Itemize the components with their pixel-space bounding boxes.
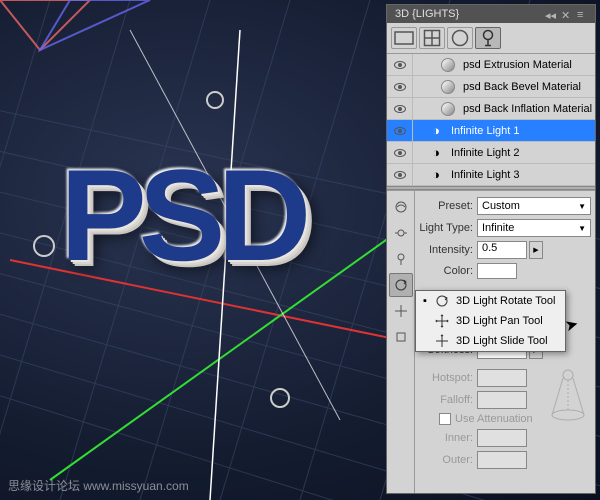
flyout-label: 3D Light Pan Tool <box>456 315 543 327</box>
layer-row-material[interactable]: psd Extrusion Material <box>387 54 595 76</box>
layer-label: psd Back Inflation Material <box>459 103 595 115</box>
filter-mesh-button[interactable] <box>419 27 445 49</box>
eye-icon[interactable] <box>394 127 406 135</box>
falloff-input <box>477 391 527 409</box>
intensity-slider-button[interactable]: ▶ <box>529 241 543 259</box>
eye-icon[interactable] <box>394 171 406 179</box>
light-tool-strip <box>387 191 415 493</box>
flyout-pan-tool[interactable]: 3D Light Pan Tool <box>416 311 565 331</box>
light-handle <box>207 92 223 108</box>
lighttype-dropdown[interactable]: Infinite▼ <box>477 219 591 237</box>
eye-icon[interactable] <box>394 105 406 113</box>
pan-icon <box>434 314 450 328</box>
hotspot-label: Hotspot: <box>419 372 477 384</box>
eye-icon[interactable] <box>394 149 406 157</box>
color-swatch[interactable] <box>477 263 517 279</box>
filter-light-button[interactable] <box>475 27 501 49</box>
flyout-rotate-tool[interactable]: ▪ 3D Light Rotate Tool <box>416 291 565 311</box>
preset-dropdown[interactable]: Custom▼ <box>477 197 591 215</box>
lighttype-label: Light Type: <box>419 222 477 234</box>
attenuation-label: Use Attenuation <box>455 413 537 425</box>
panel-header[interactable]: 3D {LIGHTS} ◂◂ ✕ ≡ <box>387 5 595 23</box>
chevron-down-icon: ▼ <box>578 202 586 211</box>
material-icon <box>441 58 455 72</box>
layer-label: Infinite Light 2 <box>447 147 595 159</box>
outer-input <box>477 451 527 469</box>
layer-label: Infinite Light 1 <box>447 125 595 137</box>
layer-row-light[interactable]: ◑ Infinite Light 3 <box>387 164 595 186</box>
spotlight-icon: ◑ <box>432 123 440 138</box>
material-icon <box>441 102 455 116</box>
3d-lights-panel: 3D {LIGHTS} ◂◂ ✕ ≡ psd Extrusion Materia… <box>386 4 596 494</box>
eye-icon[interactable] <box>394 83 406 91</box>
color-label: Color: <box>419 265 477 277</box>
falloff-label: Falloff: <box>419 394 477 406</box>
intensity-label: Intensity: <box>419 244 477 256</box>
flyout-label: 3D Light Slide Tool <box>456 335 548 347</box>
layer-label: psd Extrusion Material <box>459 59 595 71</box>
watermark-left: 思缘设计论坛 www.missyuan.com <box>8 477 189 494</box>
rotate-icon <box>434 294 450 308</box>
layer-row-material[interactable]: psd Back Inflation Material <box>387 98 595 120</box>
filter-row <box>387 23 595 54</box>
light-tool-5[interactable] <box>389 299 413 323</box>
attenuation-checkbox[interactable] <box>439 413 451 425</box>
light-handle <box>271 389 289 407</box>
layer-label: Infinite Light 3 <box>447 169 595 181</box>
light-rotate-tool-button[interactable] <box>389 273 413 297</box>
spotlight-icon: ◑ <box>432 145 440 160</box>
intensity-input[interactable]: 0.5 <box>477 241 527 259</box>
layer-row-material[interactable]: psd Back Bevel Material <box>387 76 595 98</box>
close-icon[interactable]: ✕ <box>561 9 571 19</box>
filter-scene-button[interactable] <box>391 27 417 49</box>
light-tool-1[interactable] <box>389 195 413 219</box>
bullet-icon: ▪ <box>422 295 428 307</box>
layer-row-light-selected[interactable]: ◑ Infinite Light 1 <box>387 120 595 142</box>
light-tool-flyout: ▪ 3D Light Rotate Tool 3D Light Pan Tool… <box>415 290 566 352</box>
inner-input <box>477 429 527 447</box>
light-tool-3[interactable] <box>389 247 413 271</box>
hotspot-input <box>477 369 527 387</box>
eye-icon[interactable] <box>394 61 406 69</box>
panel-menu-icon[interactable]: ≡ <box>577 9 587 19</box>
filter-material-button[interactable] <box>447 27 473 49</box>
chevron-down-icon: ▼ <box>578 224 586 233</box>
material-icon <box>441 80 455 94</box>
spotlight-icon: ◑ <box>432 167 440 182</box>
panel-title: 3D {LIGHTS} <box>395 8 459 20</box>
layer-list: psd Extrusion Material psd Back Bevel Ma… <box>387 54 595 186</box>
preset-label: Preset: <box>419 200 477 212</box>
outer-label: Outer: <box>419 454 477 466</box>
flyout-slide-tool[interactable]: 3D Light Slide Tool <box>416 331 565 351</box>
light-cone-diagram <box>547 367 589 423</box>
slide-icon <box>434 334 450 348</box>
light-tool-2[interactable] <box>389 221 413 245</box>
inner-label: Inner: <box>419 432 477 444</box>
3d-text-object[interactable]: PSD <box>60 140 303 290</box>
collapse-icon[interactable]: ◂◂ <box>545 9 555 19</box>
layer-row-light[interactable]: ◑ Infinite Light 2 <box>387 142 595 164</box>
flyout-label: 3D Light Rotate Tool <box>456 295 555 307</box>
light-tool-6[interactable] <box>389 325 413 349</box>
layer-label: psd Back Bevel Material <box>459 81 595 93</box>
